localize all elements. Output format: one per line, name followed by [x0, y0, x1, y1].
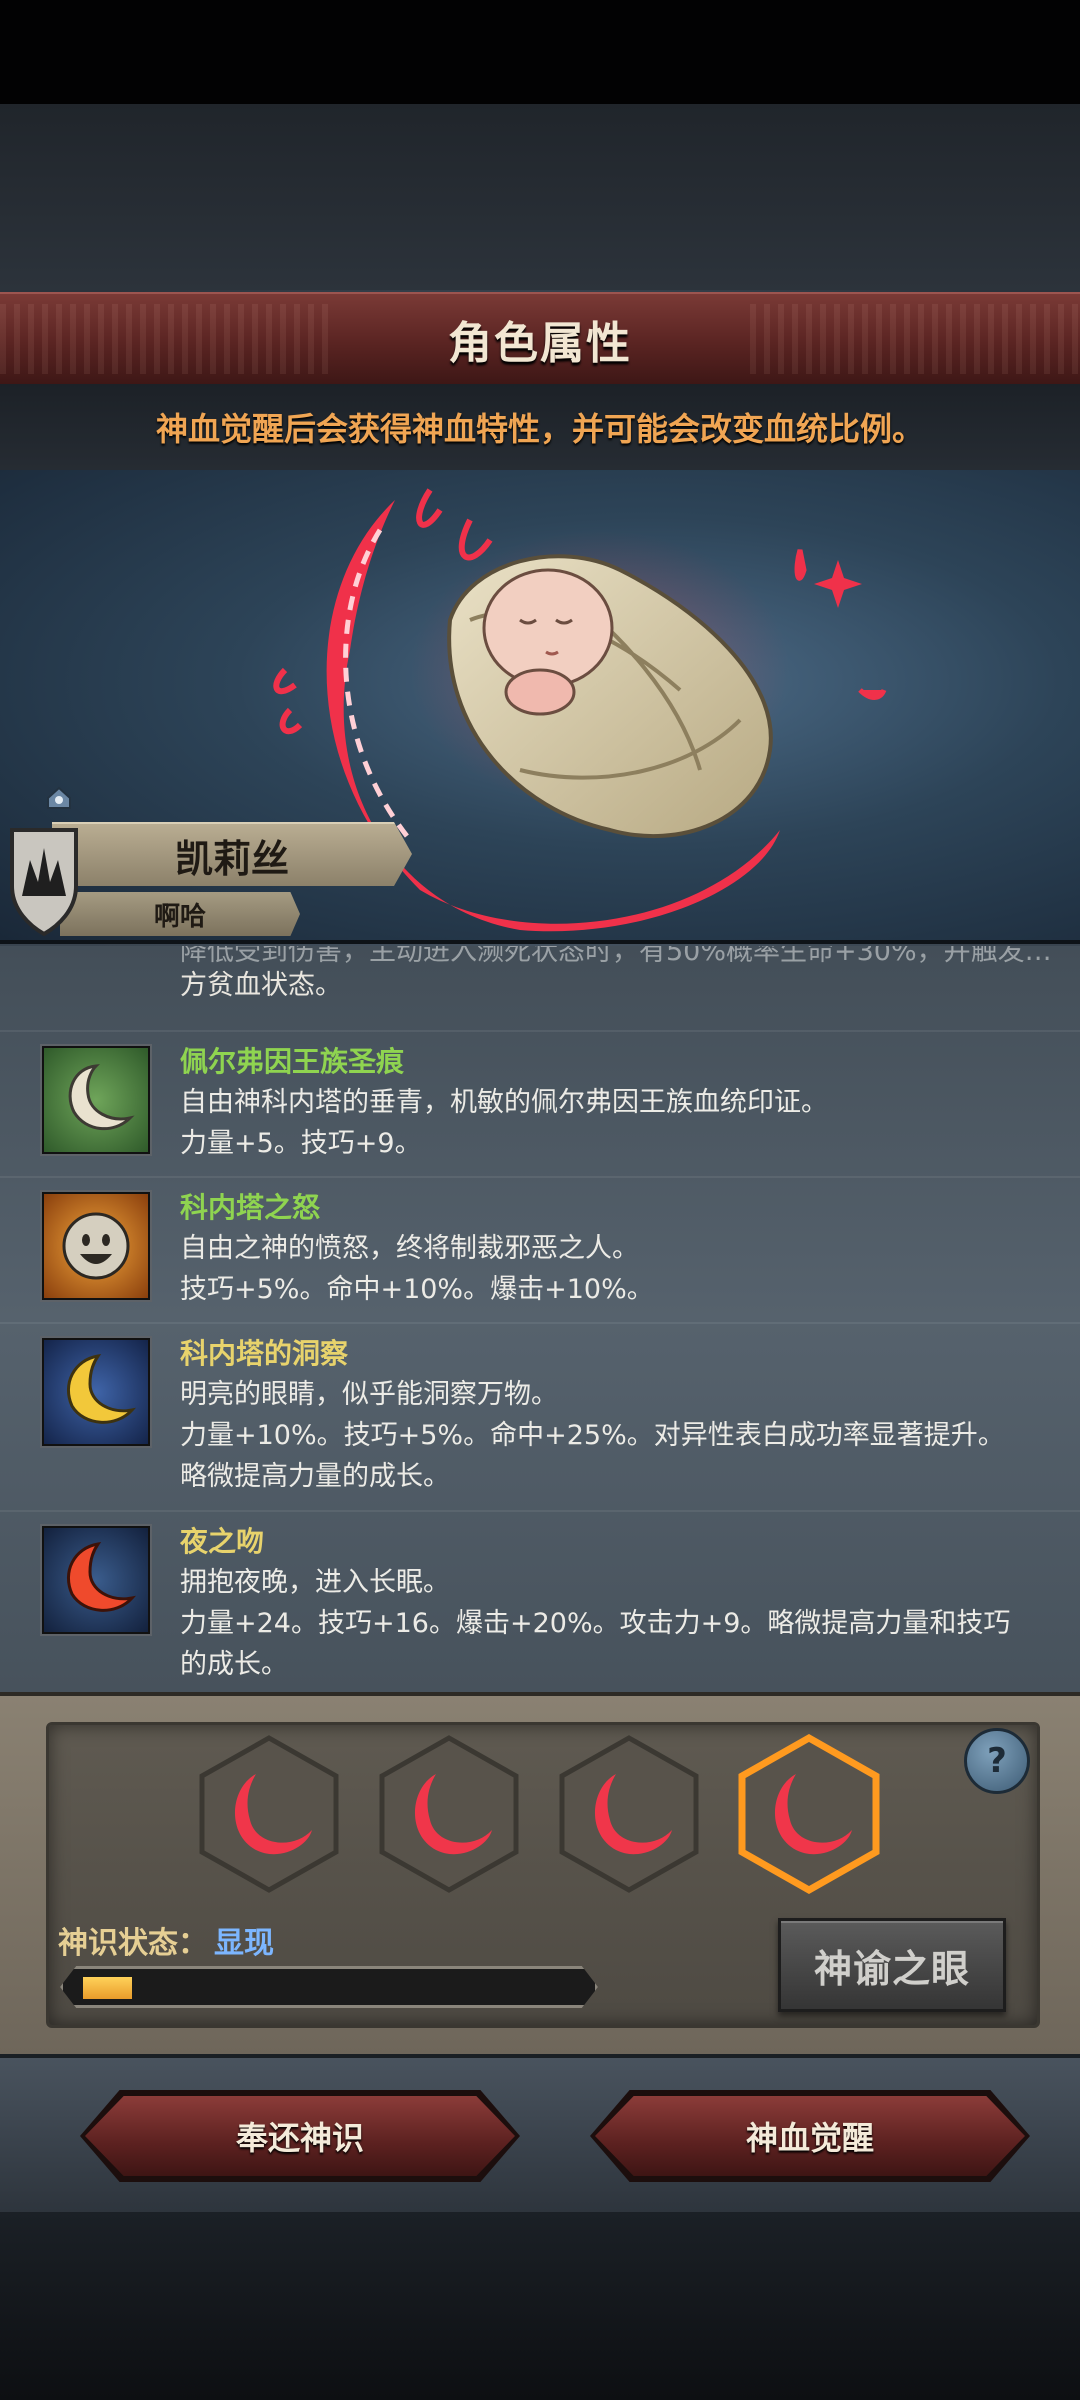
white-crescent-icon	[42, 1046, 150, 1154]
oracle-eye-button[interactable]: 神谕之眼	[778, 1918, 1006, 2012]
character-subname-plate: 啊哈	[60, 892, 300, 936]
info-banner: 神血觉醒后会获得神血特性，并可能会改变血统比例。	[0, 384, 1080, 470]
blood-slot-1[interactable]	[196, 1734, 342, 1894]
trait-growth-line: 的成长。	[180, 1649, 288, 1680]
trait-item: 夜之吻 拥抱夜晚，进入长眠。 力量+24。技巧+16。爆击+20%。攻击力+9。…	[0, 1510, 1080, 1692]
trait-desc-line: 自由之神的愤怒，终将制裁邪恶之人。	[180, 1233, 639, 1264]
trait-desc-line: 明亮的眼睛，似乎能洞察万物。	[180, 1379, 558, 1410]
status-bar-area	[0, 0, 1080, 104]
trait-name: 科内塔之怒	[180, 1191, 321, 1224]
trait-stat-line: 力量+24。技巧+16。爆击+20%。攻击力+9。略微提高力量和技巧	[180, 1608, 1011, 1639]
trait-cut-line: 降低受到伤害，主动进入濒死状态时，有50%概率生命+30%，并触发…	[180, 946, 1052, 964]
title-decoration-right	[750, 304, 1080, 374]
trait-desc-line: 自由神科内塔的垂青，机敏的佩尔弗因王族血统印证。	[180, 1087, 828, 1118]
help-button[interactable]: ?	[964, 1728, 1030, 1794]
blood-slot-2[interactable]	[376, 1734, 522, 1894]
red-crescent-icon	[42, 1526, 150, 1634]
shield-crest-icon	[8, 826, 80, 937]
title-bar: 角色属性	[0, 292, 1080, 386]
trait-growth-line: 略微提高力量的成长。	[180, 1461, 450, 1492]
trait-description: 拥抱夜晚，进入长眠。 力量+24。技巧+16。爆击+20%。攻击力+9。略微提高…	[180, 1562, 1040, 1685]
trait-stat-line: 力量+5。技巧+9。	[180, 1128, 422, 1159]
trait-name: 科内塔的洞察	[180, 1337, 349, 1370]
character-name: 凯莉丝	[174, 836, 289, 881]
smiling-face-icon	[42, 1192, 150, 1300]
trait-tail-line: 方贫血状态。	[180, 970, 342, 1001]
trait-overflow-text: 降低受到伤害，主动进入濒死状态时，有50%概率生命+30%，并触发… 方贫血状态…	[180, 946, 1052, 1008]
page-title: 角色属性	[448, 318, 632, 369]
trait-stat-line: 技巧+5%。命中+10%。爆击+10%。	[180, 1274, 654, 1305]
title-decoration-left	[0, 304, 330, 374]
divine-status-label: 神识状态：	[58, 1926, 208, 1961]
blood-awaken-button[interactable]: 神血觉醒	[595, 2096, 1025, 2176]
character-subname: 啊哈	[153, 901, 206, 932]
info-banner-text: 神血觉醒后会获得神血特性，并可能会改变血统比例。	[155, 410, 924, 448]
golden-crescent-icon	[42, 1338, 150, 1446]
trait-description: 明亮的眼睛，似乎能洞察万物。 力量+10%。技巧+5%。命中+25%。对异性表白…	[180, 1374, 1040, 1497]
trait-item: 佩尔弗因王族圣痕 自由神科内塔的垂青，机敏的佩尔弗因王族血统印证。 力量+5。技…	[0, 1030, 1080, 1176]
character-name-plate: 凯莉丝	[52, 822, 412, 886]
divine-status-value: 显现	[214, 1926, 274, 1961]
blood-slot-4-selected[interactable]	[736, 1733, 882, 1895]
trait-description: 自由神科内塔的垂青，机敏的佩尔弗因王族血统印证。 力量+5。技巧+9。	[180, 1082, 1040, 1164]
divine-status: 神识状态： 显现	[58, 1918, 274, 1962]
trait-item: 科内塔之怒 自由之神的愤怒，终将制裁邪恶之人。 技巧+5%。命中+10%。爆击+…	[0, 1176, 1080, 1322]
trait-item: 科内塔的洞察 明亮的眼睛，似乎能洞察万物。 力量+10%。技巧+5%。命中+25…	[0, 1322, 1080, 1510]
divine-progress-fill	[83, 1977, 132, 1999]
screen-bottom-area	[0, 2212, 1080, 2400]
trait-name: 夜之吻	[180, 1525, 265, 1558]
rank-icon	[46, 786, 72, 810]
return-divine-sense-button[interactable]: 奉还神识	[85, 2096, 515, 2176]
trait-name: 佩尔弗因王族圣痕	[180, 1045, 405, 1078]
divine-progress-bar	[60, 1966, 598, 2008]
blood-slot-3[interactable]	[556, 1734, 702, 1894]
panel-top-shade	[0, 104, 1080, 290]
trait-stat-line: 力量+10%。技巧+5%。命中+25%。对异性表白成功率显著提升。	[180, 1420, 1005, 1451]
trait-desc-line: 拥抱夜晚，进入长眠。	[180, 1567, 450, 1598]
trait-list[interactable]: 降低受到伤害，主动进入濒死状态时，有50%概率生命+30%，并触发… 方贫血状态…	[0, 946, 1080, 1692]
trait-description: 自由之神的愤怒，终将制裁邪恶之人。 技巧+5%。命中+10%。爆击+10%。	[180, 1228, 1040, 1310]
